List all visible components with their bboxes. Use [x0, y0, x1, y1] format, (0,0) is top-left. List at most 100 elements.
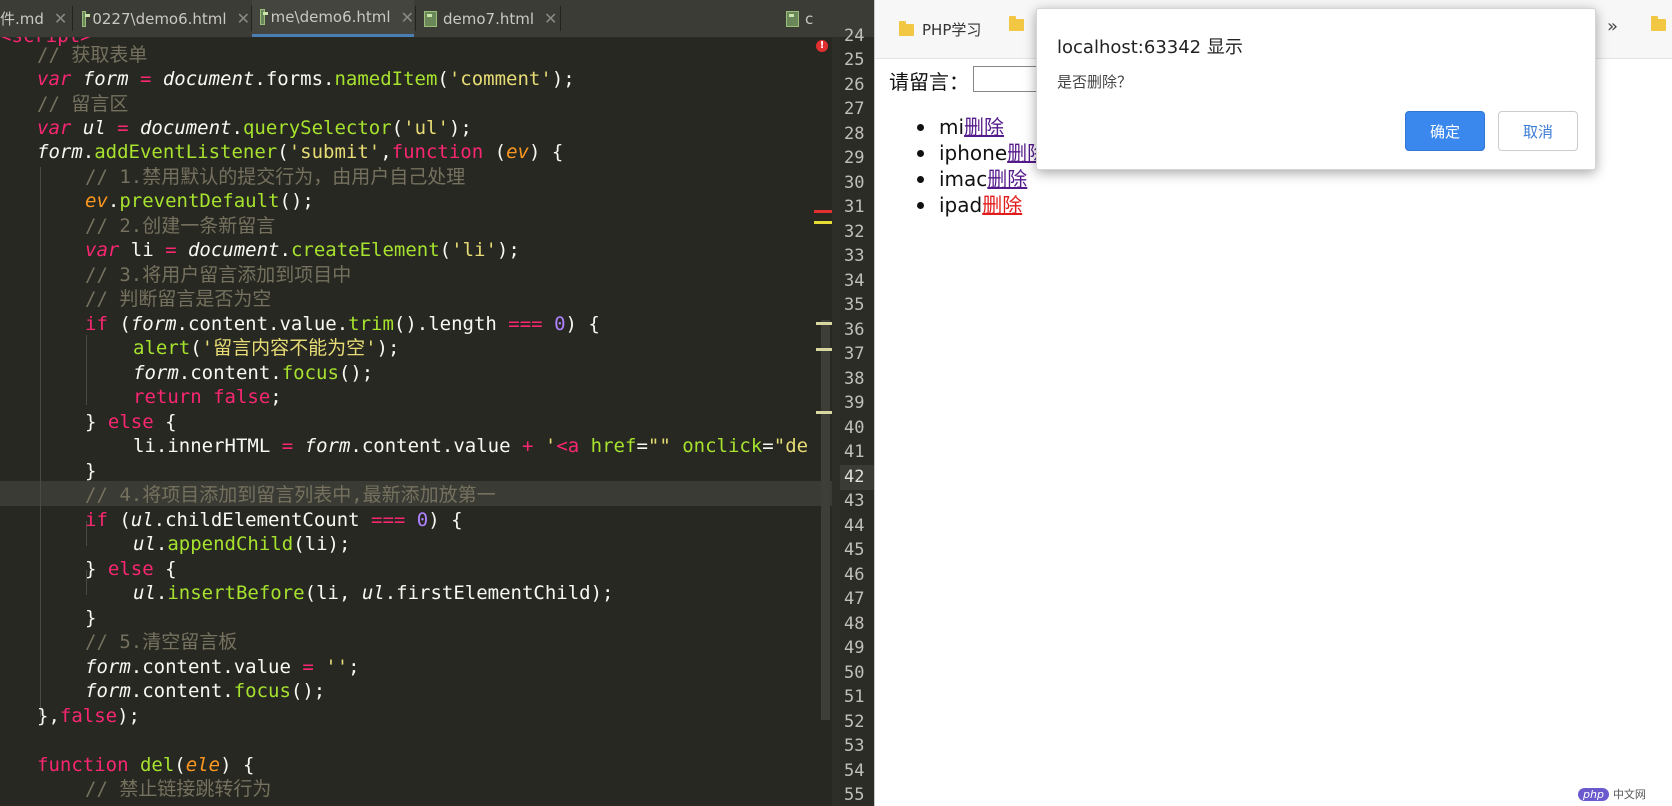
dialog-message: 是否删除？ [1057, 73, 1133, 91]
watermark-text: 中文网 [1612, 788, 1646, 801]
line-number: 27 [844, 99, 865, 119]
tab-markdown-file[interactable]: 件.md ✕ [0, 0, 67, 37]
close-icon[interactable]: ✕ [544, 9, 557, 28]
php-logo: php [1578, 787, 1609, 801]
warning-marker[interactable] [816, 348, 832, 351]
line-number: 41 [844, 442, 865, 462]
code-editor[interactable]: 件.md ✕ 0227\demo6.html ✕ me\demo6.html ✕… [0, 0, 874, 806]
line-number: 36 [844, 320, 865, 340]
code-line: form.content.value = ''; [85, 656, 360, 678]
code-line: } [85, 460, 97, 482]
comment-label: 请留言： [889, 70, 969, 94]
line-number: 51 [844, 687, 865, 707]
line-number: 43 [844, 491, 865, 511]
line-number: 28 [844, 124, 865, 144]
line-number: 38 [844, 369, 865, 389]
tab-me-demo6[interactable]: me\demo6.html ✕ [252, 0, 414, 37]
warning-marker[interactable] [816, 411, 832, 414]
error-indicator-icon[interactable]: ! [816, 40, 828, 52]
tab-0227-demo6[interactable]: 0227\demo6.html ✕ [74, 0, 250, 37]
line-number-current: 42 [840, 465, 874, 490]
tab-demo7[interactable]: demo7.html ✕ [416, 0, 560, 37]
line-number: 32 [844, 222, 865, 242]
tab-label: c [805, 9, 814, 28]
code-line: form.addEventListener('submit',function … [37, 141, 564, 163]
close-icon[interactable]: ✕ [401, 8, 414, 27]
line-number: 35 [844, 295, 865, 315]
bookmark-folder[interactable] [1651, 16, 1672, 31]
tab-overflow[interactable]: c [778, 0, 838, 37]
tab-label: 件.md [0, 10, 44, 28]
list-item: iphone删除 [917, 140, 1047, 166]
code-line: } else { [85, 558, 177, 580]
line-number: 33 [844, 246, 865, 266]
code-line: // 留言区 [37, 93, 129, 115]
warning-marker[interactable] [814, 221, 832, 224]
line-number-gutter: 24 25 26 27 28 29 30 31 32 33 34 35 36 3… [840, 26, 874, 806]
line-number: 52 [844, 712, 865, 732]
close-icon[interactable]: ✕ [54, 9, 67, 28]
folder-icon [899, 20, 914, 36]
code-line: return false; [133, 386, 282, 408]
code-line: var ul = document.querySelector('ul'); [37, 117, 472, 139]
comment-input[interactable] [973, 66, 1043, 92]
warning-marker[interactable] [816, 322, 832, 325]
comment-list: mi删除 iphone删除 imac删除 ipad删除 [917, 114, 1047, 218]
line-number: 50 [844, 663, 865, 683]
item-text: iphone [939, 141, 1008, 165]
item-text: imac [939, 167, 988, 191]
code-line: alert('留言内容不能为空'); [133, 337, 400, 359]
code-line: ul.appendChild(li); [133, 533, 351, 555]
code-line: if (ul.childElementCount === 0) { [85, 509, 463, 531]
code-line: // 4.将项目添加到留言列表中,最新添加放第一 [85, 484, 496, 506]
code-line: // 3.将用户留言添加到项目中 [85, 264, 352, 286]
code-line: ul.insertBefore(li, ul.firstElementChild… [133, 582, 614, 604]
item-text: mi [939, 115, 965, 139]
code-line: },false); [37, 705, 140, 727]
cancel-button[interactable]: 取消 [1498, 111, 1578, 151]
code-area[interactable]: <script> // 获取表单 var form = document.for… [0, 37, 832, 806]
indent-guide [86, 335, 87, 405]
error-marker[interactable] [814, 210, 832, 213]
bookmark-folder[interactable] [1009, 16, 1032, 31]
bookmarks-overflow-button[interactable]: » [1607, 16, 1618, 37]
code-line: // 获取表单 [37, 44, 148, 66]
code-line: // 1.禁用默认的提交行为，由用户自己处理 [85, 166, 466, 188]
indent-guide [40, 167, 41, 717]
bullet [917, 202, 924, 209]
line-number: 31 [844, 197, 865, 217]
code-line: if (form.content.value.trim().length ===… [85, 313, 600, 335]
delete-link[interactable]: 删除 [982, 193, 1022, 217]
line-number: 24 [844, 26, 865, 46]
list-item: mi删除 [917, 114, 1047, 140]
code-line: // 禁止链接跳转行为 [85, 778, 272, 800]
bullet [917, 124, 924, 131]
close-icon[interactable]: ✕ [237, 9, 250, 28]
editor-tab-bar: 件.md ✕ 0227\demo6.html ✕ me\demo6.html ✕… [0, 0, 874, 38]
tab-label: demo7.html [443, 9, 535, 28]
bookmark-label: PHP学习 [922, 21, 982, 39]
bullet [917, 176, 924, 183]
code-line: } [85, 607, 97, 629]
code-line: // 2.创建一条新留言 [85, 215, 276, 237]
line-number: 46 [844, 565, 865, 585]
line-number: 30 [844, 173, 865, 193]
line-number: 34 [844, 271, 865, 291]
code-line: var form = document.forms.namedItem('com… [37, 68, 575, 90]
confirm-dialog: localhost:63342 显示 是否删除？ 确定 取消 [1036, 8, 1596, 170]
list-item: imac删除 [917, 166, 1047, 192]
html-file-icon [82, 10, 91, 27]
code-line: var li = document.createElement('li'); [85, 239, 520, 261]
tab-label: me\demo6.html [270, 8, 391, 26]
line-number: 53 [844, 736, 865, 756]
line-number: 26 [844, 75, 865, 95]
delete-link[interactable]: 删除 [964, 115, 1004, 139]
confirm-button[interactable]: 确定 [1405, 111, 1485, 151]
tab-divider [560, 6, 561, 31]
line-number: 48 [844, 614, 865, 634]
line-number: 37 [844, 344, 865, 364]
editor-scrollbar-thumb[interactable] [821, 320, 830, 720]
bookmark-php-study[interactable]: PHP学习 [899, 19, 981, 40]
line-number: 55 [844, 785, 865, 805]
delete-link[interactable]: 删除 [987, 167, 1027, 191]
